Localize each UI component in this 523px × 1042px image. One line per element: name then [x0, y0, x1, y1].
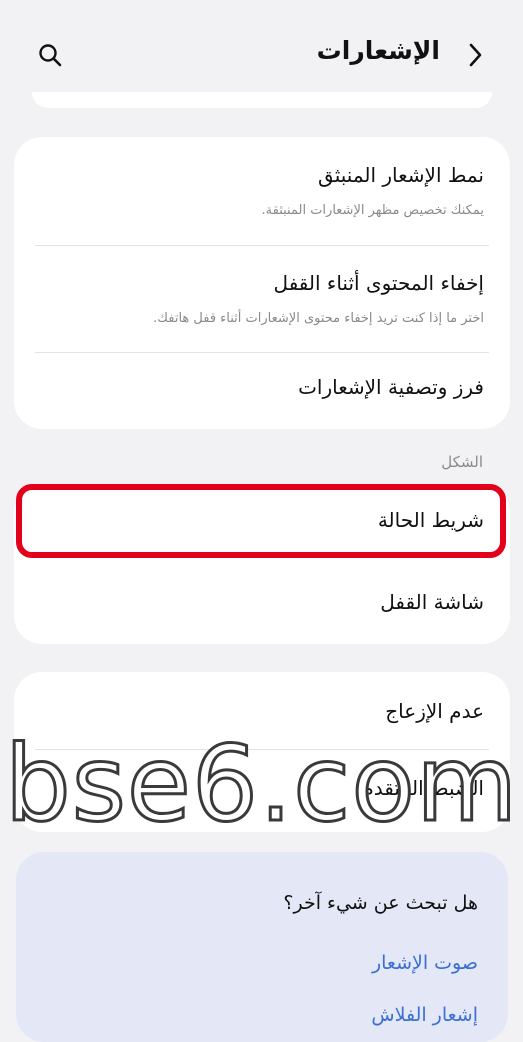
hide-content-row[interactable]: إخفاء المحتوى أثناء القفل اختر ما إذا كن…	[14, 246, 510, 352]
back-button[interactable]	[455, 38, 495, 72]
popup-style-description: يمكنك تخصيص مظهر الإشعارات المنبثقة.	[261, 203, 484, 218]
status-bar-row[interactable]: شريط الحالة	[14, 484, 510, 560]
notification-options-card: نمط الإشعار المنبثق يمكنك تخصيص مظهر الإ…	[14, 137, 510, 429]
lock-screen-row[interactable]: شاشة القفل	[14, 568, 510, 644]
advanced-settings-row[interactable]: الضبط المتقدم	[14, 750, 510, 832]
popup-style-label: نمط الإشعار المنبثق	[318, 163, 484, 187]
page-title: الإشعارات	[316, 36, 440, 65]
do-not-disturb-label: عدم الإزعاج	[385, 699, 484, 723]
previous-card-edge	[32, 92, 492, 108]
sort-filter-row[interactable]: فرز وتصفية الإشعارات	[14, 353, 510, 429]
suggestions-card: هل تبحث عن شيء آخر؟ صوت الإشعار إشعار ال…	[16, 852, 508, 1042]
suggestions-title: هل تبحث عن شيء آخر؟	[283, 892, 478, 914]
do-not-disturb-row[interactable]: عدم الإزعاج	[14, 672, 510, 748]
search-button[interactable]	[30, 37, 70, 73]
more-settings-card: عدم الإزعاج الضبط المتقدم	[14, 672, 510, 832]
advanced-settings-label: الضبط المتقدم	[361, 776, 484, 800]
popup-style-row[interactable]: نمط الإشعار المنبثق يمكنك تخصيص مظهر الإ…	[14, 137, 510, 245]
hide-content-label: إخفاء المحتوى أثناء القفل	[273, 271, 484, 295]
lock-screen-label: شاشة القفل	[380, 590, 484, 614]
sort-filter-label: فرز وتصفية الإشعارات	[298, 375, 484, 399]
hide-content-description: اختر ما إذا كنت تريد إخفاء محتوى الإشعار…	[153, 311, 484, 326]
notification-sound-link[interactable]: صوت الإشعار	[372, 952, 478, 974]
search-icon	[39, 44, 62, 67]
flash-notification-link[interactable]: إشعار الفلاش	[371, 1004, 478, 1026]
chevron-right-icon	[469, 43, 482, 67]
appearance-card: شريط الحالة شاشة القفل	[14, 484, 510, 644]
status-bar-label: شريط الحالة	[377, 508, 484, 532]
section-label-appearance: الشكل	[441, 453, 483, 471]
